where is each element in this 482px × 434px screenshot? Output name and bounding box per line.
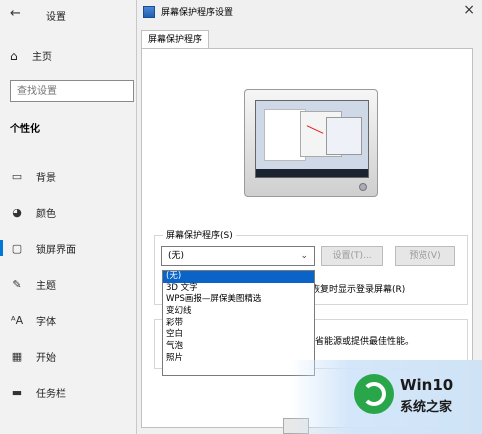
sidebar-item-lock-screen[interactable]: ▢ 锁屏界面 (0, 230, 140, 266)
preview-button[interactable]: 预览(V) (395, 246, 455, 266)
settings-titlebar: ← 设置 (0, 0, 140, 30)
settings-button[interactable]: 设置(T)... (321, 246, 383, 266)
dropdown-option[interactable]: 空白 (163, 329, 314, 341)
home-label: 主页 (32, 52, 52, 63)
settings-title: 设置 (46, 12, 66, 23)
monitor-preview (244, 89, 378, 197)
dialog-title: 屏幕保护程序设置 (161, 8, 234, 18)
font-icon: ᴬA (10, 313, 24, 327)
home-link[interactable]: ⌂ 主页 (10, 48, 52, 63)
group-label: 屏幕保护程序(S) (163, 228, 236, 241)
resume-login-checkbox-label[interactable]: 恢复时显示登录屏幕(R) (311, 282, 405, 295)
sidebar-item-colors[interactable]: ◕ 颜色 (0, 194, 140, 230)
tab-screensaver[interactable]: 屏幕保护程序 (141, 30, 210, 49)
sidebar-item-themes[interactable]: ✎ 主题 (0, 266, 140, 302)
dropdown-option[interactable]: 3D 文字 (163, 283, 314, 295)
grid-icon: ▦ (11, 349, 23, 363)
sidebar-item-label: 主题 (36, 280, 56, 292)
chevron-down-icon: ⌄ (300, 251, 308, 261)
sidebar-nav: ▭ 背景 ◕ 颜色 ▢ 锁屏界面 ✎ 主题 ᴬA 字体 ▦ 开始 ▬ 任务栏 (0, 158, 140, 410)
preview-window (326, 117, 362, 155)
watermark-line2: 系统之家 (400, 400, 453, 415)
sidebar-item-background[interactable]: ▭ 背景 (0, 158, 140, 194)
sidebar-item-taskbar[interactable]: ▬ 任务栏 (0, 374, 140, 410)
select-value: (无) (168, 251, 185, 261)
sidebar-item-fonts[interactable]: ᴬA 字体 (0, 302, 140, 338)
preview-taskbar (256, 169, 368, 177)
back-arrow-icon[interactable]: ← (10, 6, 21, 21)
power-led-icon (359, 183, 367, 191)
dropdown-option[interactable]: (无) (163, 271, 314, 283)
sidebar-item-label: 锁屏界面 (36, 244, 76, 256)
sidebar-item-label: 背景 (36, 172, 56, 184)
dropdown-option[interactable]: 变幻线 (163, 306, 314, 318)
image-icon: ▭ (11, 169, 23, 183)
dropdown-option[interactable]: WPS画报—屏保美图精选 (163, 294, 314, 306)
monitor-icon: ▢ (11, 241, 23, 255)
dialog-titlebar: 屏幕保护程序设置 (143, 5, 233, 18)
sidebar-item-start[interactable]: ▦ 开始 (0, 338, 140, 374)
dropdown-option[interactable]: 彩带 (163, 318, 314, 330)
power-description: 省能源或提供最佳性能。 (315, 337, 415, 347)
search-input[interactable] (11, 81, 133, 101)
palette-icon: ◕ (12, 205, 22, 219)
home-icon: ⌂ (10, 49, 18, 63)
preview-screen (255, 100, 369, 178)
brush-icon: ✎ (12, 277, 22, 291)
search-box[interactable] (10, 80, 134, 102)
dropdown-option[interactable]: 气泡 (163, 341, 314, 353)
close-icon[interactable]: × (463, 2, 475, 18)
sidebar-item-label: 字体 (36, 316, 56, 328)
win10-logo-icon (354, 374, 394, 414)
sidebar-item-label: 颜色 (36, 208, 56, 220)
watermark: Win10 系统之家 (290, 360, 482, 434)
sidebar-item-label: 开始 (36, 352, 56, 364)
screensaver-app-icon (143, 5, 155, 18)
section-title: 个性化 (10, 124, 40, 135)
watermark-line1: Win10 (400, 376, 454, 394)
taskbar-icon: ▬ (11, 385, 23, 399)
sidebar-item-label: 任务栏 (36, 388, 66, 400)
screensaver-select[interactable]: (无) ⌄ (161, 246, 315, 266)
